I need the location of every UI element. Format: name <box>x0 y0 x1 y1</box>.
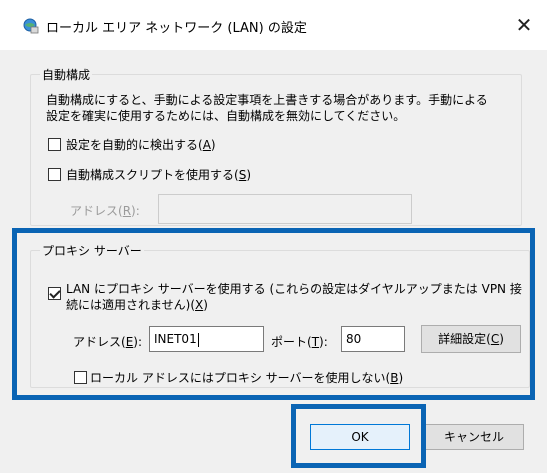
auto-config-script-checkbox[interactable] <box>48 168 61 181</box>
auto-config-group-label: 自動構成 <box>40 66 93 83</box>
close-button[interactable]: ✕ <box>512 12 536 38</box>
window-title: ローカル エリア ネットワーク (LAN) の設定 <box>46 21 307 36</box>
auto-detect-checkbox[interactable] <box>48 138 61 151</box>
proxy-section-highlight <box>12 228 535 400</box>
title-bar: ローカル エリア ネットワーク (LAN) の設定 ✕ <box>0 0 547 50</box>
cancel-button[interactable]: キャンセル <box>424 424 524 450</box>
auto-config-description: 自動構成にすると、手動による設定事項を上書きする場合があります。手動による 設定… <box>46 92 526 124</box>
auto-config-script-label[interactable]: 自動構成スクリプトを使用する(S) <box>66 166 251 183</box>
network-globe-icon <box>23 18 39 34</box>
script-address-label: アドレス(R): <box>70 204 140 218</box>
close-icon: ✕ <box>515 13 533 37</box>
script-address-input[interactable] <box>158 194 412 224</box>
auto-config-description-line-1: 自動構成にすると、手動による設定事項を上書きする場合があります。手動による <box>46 93 488 107</box>
auto-config-description-line-2: 設定を確実に使用するためには、自動構成を無効にしてください。 <box>46 109 406 123</box>
auto-detect-label[interactable]: 設定を自動的に検出する(A) <box>66 136 216 153</box>
ok-button-highlight <box>291 404 426 468</box>
